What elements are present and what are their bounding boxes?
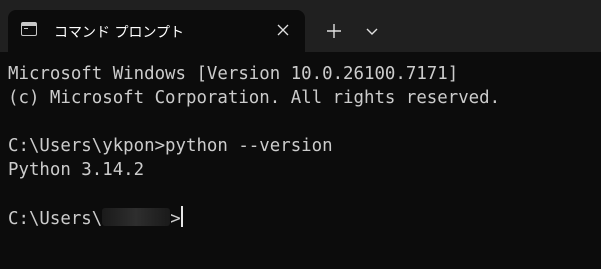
prompt-line[interactable]: C:\Users\ > [8,206,601,230]
plus-icon[interactable] [323,20,345,42]
chevron-down-icon[interactable] [362,22,382,42]
chevron-down-icon-glyph [366,28,378,35]
console-output[interactable]: Microsoft Windows [Version 10.0.26100.71… [0,52,601,269]
terminal-window: コマンド プロンプト Microsoft Windows [Version 10… [0,0,601,269]
terminal-icon [21,22,37,36]
text-cursor [180,206,183,227]
close-icon-glyph [277,24,289,36]
prompt-prefix: C:\Users\ [8,209,103,229]
console-line: C:\Users\ykpon>python --version [8,136,333,156]
console-line: Python 3.14.2 [8,160,145,180]
close-icon[interactable] [273,20,293,40]
plus-icon-glyph [327,24,341,38]
title-bar: コマンド プロンプト [0,0,601,52]
redacted-username [102,208,171,226]
prompt-suffix: > [170,209,181,229]
console-line: (c) Microsoft Corporation. All rights re… [8,88,501,108]
tab-command-prompt[interactable]: コマンド プロンプト [8,10,305,52]
console-line: Microsoft Windows [Version 10.0.26100.71… [8,64,459,84]
tab-title: コマンド プロンプト [54,25,185,41]
